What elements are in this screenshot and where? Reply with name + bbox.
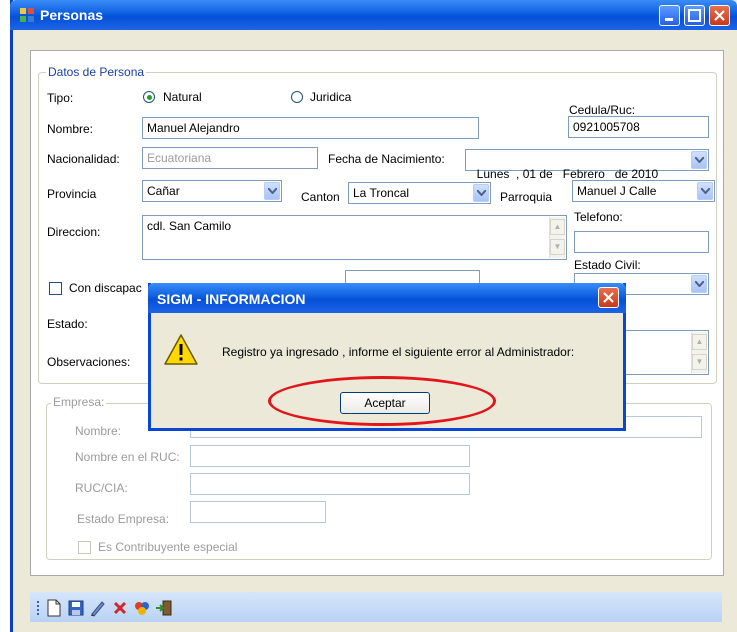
fecha-value: Lunes , 01 de Febrero de 2010 <box>476 167 659 181</box>
direccion-label: Direccion: <box>47 225 101 239</box>
dialog-close-button[interactable] <box>598 287 619 308</box>
estado-label: Estado: <box>47 317 88 331</box>
chevron-down-icon <box>268 188 277 194</box>
chevron-down-icon <box>695 281 704 287</box>
radio-natural-label[interactable]: Natural <box>163 90 202 104</box>
contribuyente-label[interactable]: Es Contribuyente especial <box>98 540 237 554</box>
radio-juridica[interactable] <box>291 91 303 103</box>
observaciones-scrollbar[interactable]: ▲ ▼ <box>691 332 707 373</box>
exit-icon[interactable] <box>155 599 173 617</box>
toolbar-grip-icon[interactable] <box>36 600 40 616</box>
empresa-estado-label: Estado Empresa: <box>77 512 170 526</box>
maximize-icon <box>688 9 701 22</box>
canton-label: Canton <box>301 190 340 204</box>
provincia-dropdown-button[interactable] <box>264 182 280 200</box>
tipo-label: Tipo: <box>47 91 74 105</box>
nacionalidad-label: Nacionalidad: <box>47 152 120 166</box>
provincia-label: Provincia <box>47 187 97 201</box>
close-icon <box>603 292 614 303</box>
empresa-nombre-label: Nombre: <box>75 424 122 438</box>
dialog-title: SIGM - INFORMACION <box>157 291 306 307</box>
empresa-ruc-input[interactable] <box>190 473 470 495</box>
contribuyente-checkbox[interactable] <box>78 541 91 554</box>
refresh-icon[interactable] <box>133 599 151 617</box>
highlight-annotation <box>268 376 496 426</box>
empresa-ruc-label: RUC/CIA: <box>75 481 128 495</box>
save-icon[interactable] <box>67 599 85 617</box>
observaciones-label: Observaciones: <box>47 355 131 369</box>
chevron-down-icon <box>477 190 486 196</box>
nacionalidad-input[interactable]: Ecuatoriana <box>142 147 318 169</box>
telefono-label: Telefono: <box>574 210 623 224</box>
cedula-input[interactable]: 0921005708 <box>568 116 709 138</box>
parroquia-value: Manuel J Calle <box>577 184 657 198</box>
direccion-scrollbar[interactable]: ▲ ▼ <box>549 217 565 258</box>
parroquia-select[interactable]: Manuel J Calle <box>572 180 715 202</box>
dialog-message: Registro ya ingresado , informe el sigui… <box>222 345 575 359</box>
edit-icon[interactable] <box>89 599 107 617</box>
minimize-button[interactable] <box>659 5 680 26</box>
estado-civil-dropdown-button[interactable] <box>691 275 707 293</box>
chevron-down-icon <box>695 157 704 163</box>
canton-dropdown-button[interactable] <box>473 184 489 202</box>
empresa-group-title: Empresa: <box>51 395 107 409</box>
chevron-down-icon <box>701 188 710 194</box>
discapacidad-label[interactable]: Con discapac <box>69 281 142 295</box>
canton-value: La Troncal <box>353 186 410 200</box>
cedula-label: Cedula/Ruc: <box>569 103 636 117</box>
nombre-label: Nombre: <box>47 122 94 136</box>
telefono-input[interactable] <box>574 231 709 253</box>
canton-select[interactable]: La Troncal <box>348 182 491 204</box>
provincia-select[interactable]: Cañar <box>142 180 282 202</box>
minimize-icon <box>665 18 673 21</box>
fecha-label: Fecha de Nacimiento: <box>328 152 445 166</box>
empresa-estado-input[interactable] <box>190 501 326 523</box>
maximize-button[interactable] <box>684 5 705 26</box>
empresa-nombre-ruc-label: Nombre en el RUC: <box>75 450 180 464</box>
persona-group-title: Datos de Persona <box>46 65 147 79</box>
new-icon[interactable] <box>45 599 63 617</box>
estado-civil-label: Estado Civil: <box>574 258 641 272</box>
scroll-down-icon[interactable]: ▼ <box>550 239 565 255</box>
discapacidad-checkbox[interactable] <box>49 282 62 295</box>
scroll-up-icon[interactable]: ▲ <box>550 219 565 235</box>
provincia-value: Cañar <box>147 184 180 198</box>
direccion-value: cdl. San Camilo <box>147 219 232 233</box>
radio-juridica-label[interactable]: Juridica <box>310 90 351 104</box>
empresa-nombre-ruc-input[interactable] <box>190 445 470 467</box>
scroll-down-icon[interactable]: ▼ <box>692 354 707 370</box>
direccion-textarea[interactable]: cdl. San Camilo ▲ ▼ <box>142 215 567 260</box>
warning-icon <box>164 334 198 365</box>
scroll-up-icon[interactable]: ▲ <box>692 334 707 350</box>
close-icon <box>714 10 725 21</box>
nombre-input[interactable]: Manuel Alejandro <box>142 117 479 139</box>
app-icon <box>20 8 34 22</box>
parroquia-label: Parroquia <box>500 190 553 204</box>
window-titlebar[interactable] <box>10 0 737 30</box>
close-button[interactable] <box>709 5 730 26</box>
fecha-picker[interactable]: Lunes , 01 de Febrero de 2010 <box>465 149 709 181</box>
window-title: Personas <box>40 7 104 23</box>
delete-icon[interactable] <box>111 599 129 617</box>
parroquia-dropdown-button[interactable] <box>697 182 713 200</box>
fecha-dropdown-button[interactable] <box>691 151 707 169</box>
radio-natural[interactable] <box>143 91 155 103</box>
